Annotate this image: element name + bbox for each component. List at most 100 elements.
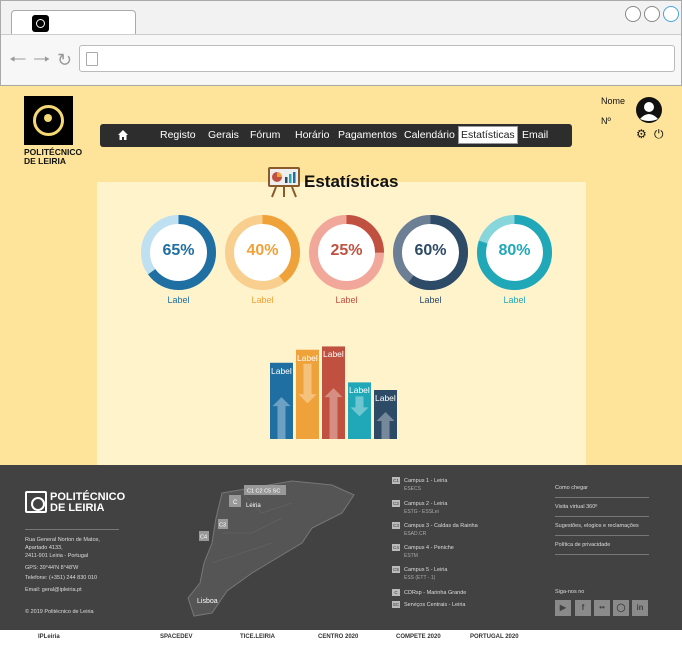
nav-item-gerais[interactable]: Gerais [208, 129, 239, 141]
footer-address-3: 2411-901 Leiria - Portugal [25, 553, 89, 559]
footer-copyright: © 2019 Politécnico de Leiria [25, 609, 94, 615]
nav-item-pagamentos[interactable]: Pagamentos [338, 129, 397, 141]
bar-label-4: Label [349, 385, 370, 396]
campus-badge: C5 [392, 566, 400, 573]
campus-name: Campus 2 - Leiria [404, 500, 448, 507]
footer-logo-line2: DE LEIRIA [50, 502, 105, 514]
forward-arrow-icon[interactable]: 🠒 [33, 50, 50, 70]
nav-item-registo[interactable]: Registo [160, 129, 196, 141]
footer-logo-text: POLITÉCNICO DE LEIRIA [50, 492, 125, 514]
reload-icon[interactable]: ↻ [57, 51, 72, 69]
partners-strip: IPLeiria SPACEDEV TICE.LEIRIA CENTRO 202… [0, 630, 682, 665]
footer-link-privacidade[interactable]: Política de privacidade [555, 542, 610, 548]
back-arrow-icon[interactable]: 🠐 [9, 50, 26, 70]
footer-link-como-chegar[interactable]: Como chegar [555, 485, 588, 491]
linkedin-icon[interactable]: in [632, 600, 648, 616]
footer-divider [25, 529, 119, 530]
donut-label-4: Label [419, 295, 442, 305]
campus-badge: C4 [392, 544, 400, 551]
partner-logo-spacedev[interactable]: SPACEDEV [160, 634, 193, 640]
campus-badge: C [392, 589, 400, 596]
follow-label: Siga-nos no [555, 589, 585, 595]
campus-school: ESTG - ESSLei [404, 509, 439, 515]
instagram-icon[interactable]: ◯ [613, 600, 629, 616]
donut-value-2: 40% [246, 242, 279, 259]
power-icon[interactable]: ⏻ [654, 128, 664, 140]
campus-item[interactable]: C4 Campus 4 - Peniche [392, 544, 454, 551]
maximize-button[interactable] [644, 6, 660, 22]
campus-item[interactable]: C3 Campus 3 - Caldas da Rainha [392, 522, 478, 529]
partner-logo-portugal2020[interactable]: PORTUGAL 2020 [470, 634, 519, 640]
campus-name: Campus 3 - Caldas da Rainha [404, 522, 478, 529]
campus-item[interactable]: C CDRsp - Marinha Grande [392, 589, 466, 596]
address-bar[interactable] [79, 45, 675, 72]
footer-email[interactable]: Email: geral@ipleiria.pt [25, 587, 82, 593]
campus-school: ESS (ETT - 1) [404, 575, 436, 581]
footer-link-sugestoes[interactable]: Sugestões, elogios e reclamações [555, 523, 639, 529]
campus-badge: SC [392, 601, 400, 608]
donut-label-3: Label [335, 295, 358, 305]
campus-name: Serviços Centrais - Leiria [404, 601, 466, 608]
footer-phone: Telefone: (+351) 244 830 010 [25, 575, 98, 581]
footer-separator [555, 554, 649, 555]
campus-item[interactable]: C5 Campus 5 - Leiria [392, 566, 447, 573]
partner-logo-centro2020[interactable]: CENTRO 2020 [318, 634, 358, 640]
donut-label-5: Label [503, 295, 526, 305]
home-icon[interactable] [117, 129, 129, 141]
campus-badge: C2 [392, 500, 400, 507]
campus-school: ESAD.CR [404, 531, 427, 537]
user-name-label: Nome [601, 96, 626, 106]
page-icon [86, 52, 98, 66]
footer-link-visita-virtual[interactable]: Visita virtual 360º [555, 504, 597, 510]
footer-separator [555, 516, 649, 517]
map-label-leiria: Leiria [246, 503, 261, 509]
campus-school: ESTM [404, 553, 418, 559]
portugal-map[interactable]: C C1 C2 C5 SC Leiria C3 C4 Lisboa [182, 473, 368, 623]
minimize-button[interactable] [625, 6, 641, 22]
donut-label-2: Label [251, 295, 274, 305]
stats-title: Estatísticas [304, 172, 399, 191]
campus-badge: C1 [392, 477, 400, 484]
nav-item-estatisticas[interactable]: Estatísticas [458, 126, 518, 144]
main-nav: Registo Gerais Fórum Horário Pagamentos … [100, 124, 572, 147]
campus-name: Campus 4 - Peniche [404, 544, 454, 551]
footer-gps: GPS: 39°44'N 8°48'W [25, 565, 79, 571]
browser-tab[interactable] [11, 10, 136, 34]
logo[interactable] [24, 96, 73, 145]
footer-address-1: Rua General Norton de Matos, [25, 537, 100, 543]
bar-label-1: Label [271, 365, 292, 376]
nav-item-forum[interactable]: Fórum [250, 129, 280, 141]
partner-logo-tice[interactable]: TICE.LEIRIA [240, 634, 275, 640]
map-label-c4: C4 [200, 535, 207, 541]
close-window-button[interactable] [663, 6, 679, 22]
campus-item[interactable]: C2 Campus 2 - Leiria [392, 500, 447, 507]
donut-label-1: Label [167, 295, 190, 305]
nav-item-horario[interactable]: Horário [295, 129, 329, 141]
footer: POLITÉCNICO DE LEIRIA Rua General Norton… [0, 465, 682, 630]
flickr-icon[interactable]: •• [594, 600, 610, 616]
footer-address-2: Apartado 4133, [25, 545, 63, 551]
logo-ring [33, 105, 64, 136]
user-number-label: Nº [601, 116, 611, 126]
donut-value-3: 25% [330, 242, 363, 259]
gear-icon[interactable]: ⚙ [636, 128, 647, 140]
favicon-icon [32, 15, 49, 32]
partner-logo-compete[interactable]: COMPETE 2020 [396, 634, 441, 640]
facebook-icon[interactable]: f [575, 600, 591, 616]
browser-window: 🠐 🠒 ↻ [0, 0, 682, 86]
nav-item-calendario[interactable]: Calendário [404, 129, 455, 141]
map-label-c1: C1 C2 C5 SC [247, 489, 280, 495]
nav-item-email[interactable]: Email [522, 129, 548, 141]
bar-label-3: Label [323, 349, 344, 360]
campus-name: Campus 1 - Leiria [404, 477, 448, 484]
footer-separator [555, 497, 649, 498]
page: POLITÉCNICO DE LEIRIA Registo Gerais Fór… [0, 86, 682, 665]
partner-logo-ipleiria[interactable]: IPLeiria [38, 634, 60, 640]
campus-item[interactable]: C1 Campus 1 - Leiria [392, 477, 447, 484]
avatar-icon[interactable] [635, 96, 663, 124]
footer-separator [555, 535, 649, 536]
browser-toolbar: 🠐 🠒 ↻ [1, 34, 681, 84]
youtube-icon[interactable]: ▶ [555, 600, 571, 616]
campus-item[interactable]: SC Serviços Centrais - Leiria [392, 601, 465, 608]
campus-school: ESECS [404, 486, 421, 492]
